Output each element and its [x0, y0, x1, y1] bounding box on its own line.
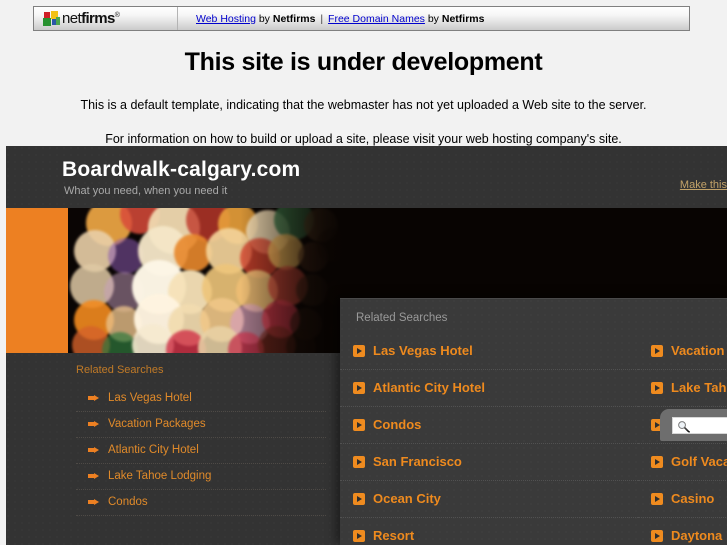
related-search-item[interactable]: Condos — [340, 407, 638, 444]
site-domain-title: Boardwalk-calgary.com — [62, 158, 301, 181]
arrow-right-square-icon — [651, 345, 663, 357]
related-search-item[interactable]: San Francisco — [340, 444, 638, 481]
search-widget — [660, 409, 727, 441]
arrow-right-square-icon — [353, 382, 365, 394]
arrow-right-square-icon — [353, 456, 365, 468]
make-this-site-link[interactable]: Make this — [680, 179, 727, 191]
parked-page: Boardwalk-calgary.com What you need, whe… — [6, 146, 727, 545]
bokeh-fade-overlay — [68, 208, 346, 353]
related-search-label: Resort — [373, 528, 415, 543]
default-template-line-2: For information on how to build or uploa… — [105, 132, 622, 146]
arrow-right-icon — [88, 395, 100, 401]
site-header: Boardwalk-calgary.com What you need, whe… — [6, 146, 727, 208]
bokeh-lights-image — [68, 208, 346, 353]
sidebar-related-search-item[interactable]: Las Vegas Hotel — [76, 386, 326, 412]
search-input[interactable] — [672, 417, 727, 434]
by-text-2: by — [424, 12, 442, 25]
sidebar-related-search-item[interactable]: Lake Tahoe Lodging — [76, 464, 326, 490]
related-search-item[interactable]: Casino — [638, 481, 727, 518]
search-icon — [678, 421, 690, 433]
related-search-item[interactable]: Vacation — [638, 333, 727, 370]
arrow-right-square-icon — [353, 345, 365, 357]
sidebar-related-search-label: Vacation Packages — [108, 418, 206, 430]
netfirms-wordmark-firms: firms — [81, 10, 115, 27]
sidebar-related-search-label: Las Vegas Hotel — [108, 392, 192, 404]
netfirms-wordmark: netfirms® — [62, 10, 120, 27]
sidebar-related-search-item[interactable]: Condos — [76, 490, 326, 516]
related-search-item[interactable]: Daytona — [638, 518, 727, 545]
netfirms-header-bar: netfirms® Web Hosting by Netfirms | Free… — [33, 6, 690, 31]
related-search-label: Ocean City — [373, 491, 441, 506]
arrow-right-square-icon — [651, 456, 663, 468]
netfirms-trademark: ® — [114, 12, 120, 19]
arrow-right-square-icon — [651, 493, 663, 505]
link-separator: | — [320, 12, 324, 25]
page-title: This site is under development — [184, 48, 543, 76]
sidebar-related-search-label: Condos — [108, 496, 148, 508]
arrow-right-icon — [88, 473, 100, 479]
web-hosting-link[interactable]: Web Hosting — [196, 13, 256, 25]
related-search-item[interactable]: Las Vegas Hotel — [340, 333, 638, 370]
arrow-right-icon — [88, 447, 100, 453]
related-search-label: Atlantic City Hotel — [373, 380, 485, 395]
related-search-label: Golf Vaca — [671, 454, 727, 469]
sidebar-related-searches: Related Searches Las Vegas Hotel Vacation… — [76, 364, 326, 516]
netfirms-brand-2: Netfirms — [441, 12, 485, 25]
orange-accent-bar — [6, 208, 68, 353]
arrow-right-square-icon — [353, 493, 365, 505]
arrow-right-square-icon — [651, 382, 663, 394]
related-search-label: San Francisco — [373, 454, 462, 469]
related-search-label: Casino — [671, 491, 715, 506]
related-search-label: Daytona — [671, 528, 723, 543]
related-search-item[interactable]: Resort — [340, 518, 638, 545]
arrow-right-square-icon — [353, 530, 365, 542]
netfirms-logo-icon — [43, 11, 60, 26]
related-search-label: Condos — [373, 417, 422, 432]
netfirms-brand-1: Netfirms — [272, 12, 316, 25]
sidebar-related-search-label: Lake Tahoe Lodging — [108, 470, 212, 482]
default-template-line-1: This is a default template, indicating t… — [80, 98, 647, 112]
related-search-item[interactable]: Golf Vaca — [638, 444, 727, 481]
related-search-item[interactable]: Lake Tah — [638, 370, 727, 407]
netfirms-wordmark-net: net — [62, 10, 82, 27]
arrow-right-square-icon — [353, 419, 365, 431]
sidebar-related-search-item[interactable]: Vacation Packages — [76, 412, 326, 438]
netfirms-logo[interactable]: netfirms® — [34, 7, 178, 30]
sidebar-related-searches-list: Las Vegas Hotel Vacation Packages Atlantic… — [76, 386, 326, 516]
site-tagline: What you need, when you need it — [64, 185, 228, 197]
by-text-1: by — [255, 12, 273, 25]
related-search-item[interactable]: Atlantic City Hotel — [340, 370, 638, 407]
arrow-right-icon — [88, 421, 100, 427]
related-search-label: Lake Tah — [671, 380, 727, 395]
sidebar-related-searches-title: Related Searches — [76, 364, 164, 376]
free-domain-names-link[interactable]: Free Domain Names — [328, 13, 425, 25]
sidebar-related-search-item[interactable]: Atlantic City Hotel — [76, 438, 326, 464]
arrow-right-icon — [88, 499, 100, 505]
sidebar-related-search-label: Atlantic City Hotel — [108, 444, 199, 456]
arrow-right-square-icon — [651, 530, 663, 542]
related-search-label: Vacation — [671, 343, 725, 358]
netfirms-links: Web Hosting by Netfirms | Free Domain Na… — [178, 13, 484, 25]
related-searches-panel-title: Related Searches — [356, 312, 448, 324]
related-searches-column-1: Las Vegas Hotel Atlantic City Hotel Condos… — [340, 333, 638, 545]
related-search-item[interactable]: Ocean City — [340, 481, 638, 518]
related-search-label: Las Vegas Hotel — [373, 343, 473, 358]
